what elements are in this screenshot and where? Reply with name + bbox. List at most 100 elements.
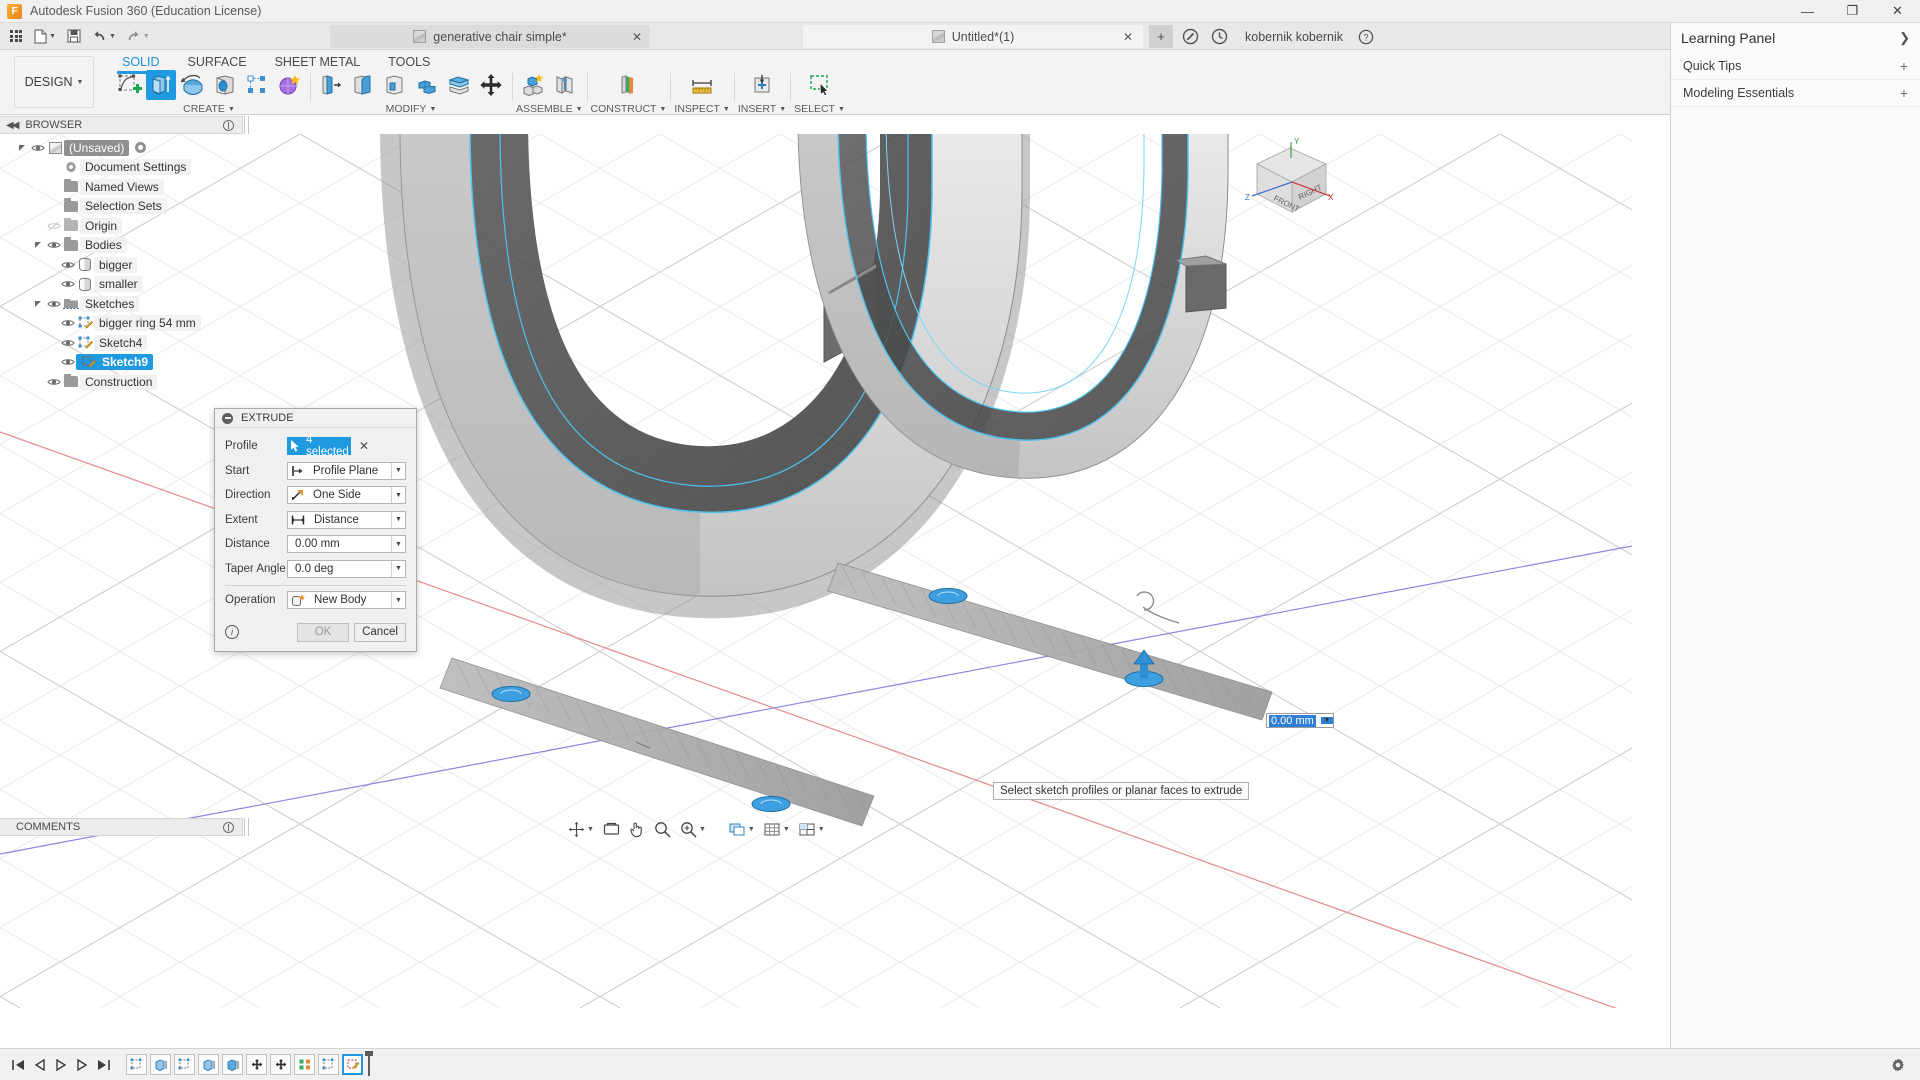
- extrude-icon[interactable]: [146, 70, 176, 100]
- distance-input[interactable]: 0.00 mm ▼: [287, 535, 406, 553]
- close-button[interactable]: ✕: [1875, 0, 1920, 23]
- expander-icon[interactable]: [30, 202, 46, 210]
- tab-generative-chair[interactable]: generative chair simple* ✕: [330, 25, 650, 48]
- redo-icon[interactable]: ▼: [123, 25, 153, 48]
- new-component-icon[interactable]: [518, 70, 548, 100]
- pattern-icon[interactable]: [242, 70, 272, 100]
- extrude-dialog[interactable]: EXTRUDE Profile 4 selected ✕ Start: [214, 408, 417, 652]
- learning-item-modeling-essentials[interactable]: Modeling Essentials +: [1671, 80, 1920, 107]
- activate-component-icon[interactable]: [134, 141, 147, 154]
- info-icon[interactable]: i: [225, 625, 239, 639]
- help-icon[interactable]: ?: [1355, 25, 1377, 48]
- tree-item-sketch4[interactable]: Sketch4: [0, 333, 243, 353]
- learning-item-quick-tips[interactable]: Quick Tips +: [1671, 53, 1920, 80]
- look-at-icon[interactable]: [601, 818, 622, 840]
- close-icon[interactable]: ✕: [632, 30, 642, 44]
- timeline-feature-move[interactable]: [246, 1054, 267, 1075]
- chevron-down-icon[interactable]: ▼: [1321, 717, 1333, 724]
- step-forward-icon[interactable]: [76, 1059, 88, 1071]
- app-grid-icon[interactable]: [5, 25, 27, 48]
- new-tab-button[interactable]: +: [1149, 25, 1173, 48]
- chevron-down-icon[interactable]: ▼: [659, 106, 666, 113]
- maximize-button[interactable]: ❐: [1830, 0, 1875, 23]
- chevron-down-icon[interactable]: ▼: [391, 536, 405, 552]
- comments-panel-header[interactable]: COMMENTS: [0, 818, 243, 836]
- expander-icon[interactable]: [30, 222, 46, 230]
- file-icon[interactable]: ▼: [31, 25, 59, 48]
- joint-icon[interactable]: [550, 70, 580, 100]
- extensions-icon[interactable]: [1179, 25, 1202, 48]
- skip-end-icon[interactable]: [97, 1059, 110, 1071]
- user-name[interactable]: kobernik kobernik: [1245, 30, 1343, 44]
- visibility-off-icon[interactable]: [46, 221, 62, 231]
- visibility-icon[interactable]: [60, 357, 76, 367]
- press-pull-icon[interactable]: [316, 70, 346, 100]
- start-dropdown[interactable]: Profile Plane ▼: [287, 462, 406, 480]
- direction-dropdown[interactable]: One Side ▼: [287, 486, 406, 504]
- expand-icon[interactable]: +: [1900, 58, 1908, 74]
- profile-selection-field[interactable]: 4 selected: [287, 437, 351, 455]
- expander-icon[interactable]: [30, 378, 46, 386]
- form-icon[interactable]: [274, 70, 304, 100]
- display-settings-icon[interactable]: ▼: [727, 818, 757, 840]
- job-status-icon[interactable]: [1208, 25, 1231, 48]
- manipulator-distance-input[interactable]: 0.00 mm ▼: [1266, 713, 1334, 728]
- ok-button[interactable]: OK: [297, 623, 349, 642]
- expander-icon[interactable]: [30, 242, 46, 248]
- timeline-feature-sketch-3[interactable]: [318, 1054, 339, 1075]
- visibility-icon[interactable]: [60, 338, 76, 348]
- chevron-down-icon[interactable]: ▼: [391, 561, 405, 577]
- clear-selection-icon[interactable]: ✕: [359, 439, 369, 453]
- timeline-feature-move-2[interactable]: [270, 1054, 291, 1075]
- tree-item-origin[interactable]: Origin: [0, 216, 243, 236]
- move-copy-icon[interactable]: [476, 70, 506, 100]
- visibility-icon[interactable]: [60, 260, 76, 270]
- panel-dot-icon[interactable]: [223, 120, 234, 131]
- grid-snap-icon[interactable]: ▼: [762, 818, 792, 840]
- timeline-feature-pattern[interactable]: [294, 1054, 315, 1075]
- visibility-icon[interactable]: [60, 279, 76, 289]
- timeline-feature-sketch-current[interactable]: [342, 1054, 363, 1075]
- save-icon[interactable]: [63, 25, 85, 48]
- chevron-down-icon[interactable]: ▼: [391, 592, 405, 608]
- tree-item-unsaved[interactable]: (Unsaved): [0, 138, 243, 158]
- tab-untitled[interactable]: Untitled*(1) ✕: [803, 25, 1143, 48]
- design-workspace-menu[interactable]: DESIGN ▼: [14, 56, 94, 108]
- timeline-feature-sketch[interactable]: [174, 1054, 195, 1075]
- sweep-icon[interactable]: [210, 70, 240, 100]
- visibility-icon[interactable]: [46, 299, 62, 309]
- combine-icon[interactable]: [412, 70, 442, 100]
- chevron-down-icon[interactable]: ▼: [779, 106, 786, 113]
- chevron-down-icon[interactable]: ▼: [838, 106, 845, 113]
- chevron-down-icon[interactable]: ▼: [576, 106, 583, 113]
- pan-icon[interactable]: [627, 818, 647, 840]
- close-icon[interactable]: ✕: [1123, 30, 1133, 44]
- chevron-down-icon[interactable]: ▼: [391, 487, 405, 503]
- offset-plane-icon[interactable]: [613, 70, 643, 100]
- minus-circle-icon[interactable]: [222, 413, 233, 424]
- panel-dot-icon[interactable]: [223, 822, 234, 833]
- zoom-menu-icon[interactable]: ▼: [678, 818, 708, 840]
- tree-item-selection-sets[interactable]: Selection Sets: [0, 197, 243, 217]
- chevron-down-icon[interactable]: ▼: [391, 512, 405, 528]
- view-cube[interactable]: FRONT RIGHT Y X Z: [1242, 134, 1352, 224]
- tree-item-sketch9[interactable]: Sketch9: [0, 353, 243, 373]
- undo-icon[interactable]: ▼: [89, 25, 119, 48]
- visibility-icon[interactable]: [30, 143, 46, 153]
- browser-resize-handle[interactable]: [244, 116, 249, 134]
- viewports-icon[interactable]: ▼: [797, 818, 827, 840]
- insert-derive-icon[interactable]: [747, 70, 777, 100]
- create-sketch-icon[interactable]: [114, 70, 144, 100]
- tree-item-bigger-ring[interactable]: bigger ring 54 mm: [0, 314, 243, 334]
- timeline-playhead[interactable]: [368, 1053, 370, 1076]
- orbit-icon[interactable]: ▼: [566, 818, 596, 840]
- visibility-icon[interactable]: [46, 377, 62, 387]
- shell-icon[interactable]: [380, 70, 410, 100]
- minimize-button[interactable]: —: [1785, 0, 1830, 23]
- zoom-icon[interactable]: [652, 818, 673, 840]
- split-face-icon[interactable]: [444, 70, 474, 100]
- gear-icon[interactable]: [1890, 1057, 1906, 1073]
- tree-item-sketches[interactable]: Sketches: [0, 294, 243, 314]
- timeline-feature-sketch[interactable]: [126, 1054, 147, 1075]
- tree-item-document-settings[interactable]: Document Settings: [0, 158, 243, 178]
